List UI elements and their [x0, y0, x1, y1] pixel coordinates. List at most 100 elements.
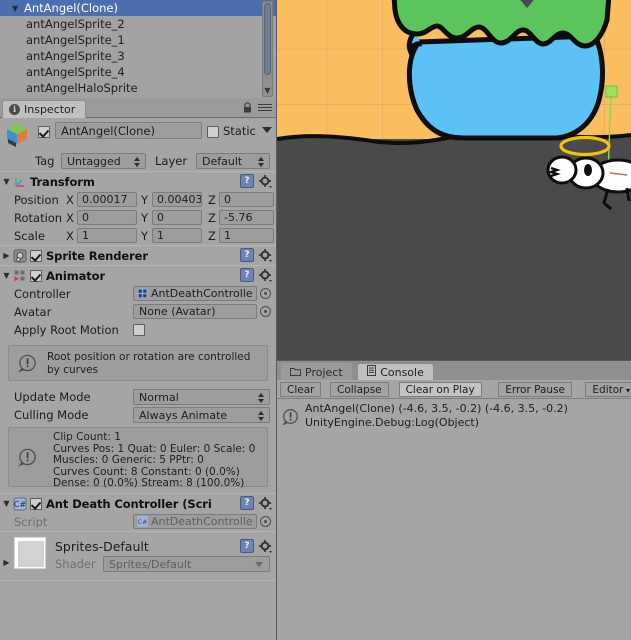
divider: [0, 580, 276, 581]
hierarchy-item-5[interactable]: antAngelHaloSprite: [0, 80, 276, 96]
script-picker-icon[interactable]: [260, 516, 271, 527]
gear-icon[interactable]: [259, 249, 272, 262]
console-log-entry[interactable]: AntAngel(Clone) (-4.6, 3.5, -0.2) (-4.6,…: [277, 399, 631, 433]
controller-objectfield[interactable]: AntDeathControlle: [133, 286, 257, 301]
avatar-objectfield[interactable]: None (Avatar): [133, 304, 257, 319]
hierarchy-item-1[interactable]: antAngelSprite_2: [0, 16, 276, 32]
console-button-label: Clear: [287, 384, 315, 396]
avatar-label: Avatar: [14, 305, 52, 319]
static-dropdown-icon[interactable]: [262, 127, 272, 133]
foldout-material-icon[interactable]: ▶: [0, 558, 13, 567]
animator-stat-line-2: Muscles: 0 Generic: 5 PPtr: 0: [53, 454, 204, 466]
component-header-sprite-renderer[interactable]: ▶ Sprite Renderer ?: [0, 246, 276, 265]
transform-position-x-field[interactable]: 0.00017: [77, 192, 137, 207]
shader-dropdown[interactable]: Sprites/Default: [103, 556, 270, 572]
hierarchy-scrollbar-thumb[interactable]: [264, 3, 271, 75]
help-icon[interactable]: ?: [240, 174, 254, 188]
script-enabled-checkbox[interactable]: [30, 497, 42, 510]
console-log-line-2: UnityEngine.Debug:Log(Object): [305, 416, 480, 429]
transform-position-label: Position: [14, 193, 59, 207]
hierarchy-foldout-icon[interactable]: ▼: [12, 1, 24, 17]
tab-console[interactable]: Console: [357, 363, 434, 381]
console-button-editor[interactable]: Editor ▾: [585, 382, 631, 397]
help-icon[interactable]: ?: [240, 539, 254, 553]
hierarchy-item-label: antAngelSprite_4: [26, 65, 125, 79]
tab-project[interactable]: Project: [281, 363, 352, 381]
transform-icon: [13, 175, 27, 189]
left-column: ▼ AntAngel(Clone) antAngelSprite_2 antAngel…: [0, 0, 277, 640]
sprite-renderer-enabled-checkbox[interactable]: [30, 249, 42, 262]
gear-icon[interactable]: [259, 269, 272, 282]
layer-dropdown[interactable]: Default: [196, 153, 270, 169]
foldout-animator-icon[interactable]: ▼: [0, 271, 13, 280]
transform-scale-x-field[interactable]: 1: [77, 228, 137, 243]
update-mode-dropdown-icon: [258, 393, 265, 403]
gameobject-enabled-checkbox[interactable]: [38, 126, 50, 138]
console-button-clear[interactable]: Clear: [280, 382, 322, 397]
material-preview-swatch: [14, 537, 46, 569]
transform-scale-z-field[interactable]: 1: [219, 228, 274, 243]
help-icon[interactable]: ?: [240, 496, 254, 510]
help-icon[interactable]: ?: [240, 248, 254, 262]
axis-label-x: X: [66, 193, 74, 207]
controller-row: Controller AntDeathControlle: [0, 285, 276, 303]
foliage-shape: [391, 0, 612, 49]
transform-position-z-field[interactable]: 0: [219, 192, 274, 207]
root-motion-notice-text: Root position or rotation are controlled…: [47, 351, 251, 376]
console-button-clear-on-play[interactable]: Clear on Play: [398, 382, 482, 397]
apply-root-motion-checkbox[interactable]: [133, 324, 145, 336]
animator-stats-box: Clip Count: 1 Curves Pos: 1 Quat: 0 Euler…: [8, 427, 268, 489]
controller-picker-icon[interactable]: [260, 288, 271, 299]
culling-mode-value: Always Animate: [139, 409, 228, 422]
hierarchy-panel: ▼ AntAngel(Clone) antAngelSprite_2 antAngel…: [0, 0, 277, 98]
component-header-ant-death-controller[interactable]: ▼ C# Ant Death Controller (Scri ?: [0, 494, 276, 513]
script-objectfield[interactable]: C# AntDeathControlle: [133, 514, 257, 529]
foldout-sprite-renderer-icon[interactable]: ▶: [0, 251, 13, 260]
gameobject-name-field[interactable]: AntAngel(Clone): [55, 122, 202, 139]
transform-position-y-field[interactable]: 0.00403: [152, 192, 202, 207]
hierarchy-scroll-down-icon[interactable]: ▼: [262, 85, 273, 96]
hierarchy-scrollbar[interactable]: [262, 1, 273, 97]
component-header-transform[interactable]: ▼ Transform ?: [0, 172, 276, 191]
foldout-transform-icon[interactable]: ▼: [0, 177, 13, 186]
animator-enabled-checkbox[interactable]: [30, 269, 42, 282]
console-button-error-pause[interactable]: Error Pause: [498, 382, 572, 397]
transform-rotation-x-field[interactable]: 0: [77, 210, 137, 225]
console-button-label: Error Pause: [505, 384, 565, 396]
layer-value: Default: [202, 155, 243, 168]
tag-dropdown[interactable]: Untagged: [61, 153, 146, 169]
foldout-script-icon[interactable]: ▼: [0, 499, 13, 508]
gear-icon[interactable]: [259, 540, 272, 553]
transform-scale-y-field[interactable]: 1: [152, 228, 202, 243]
gear-icon[interactable]: [259, 497, 272, 510]
hamburger-menu-icon[interactable]: [258, 104, 272, 113]
apply-root-motion-row: Apply Root Motion: [0, 321, 276, 342]
console-editor-dropdown-icon[interactable]: ▾: [623, 386, 630, 395]
gear-icon[interactable]: [259, 175, 272, 188]
culling-mode-dropdown[interactable]: Always Animate: [133, 407, 270, 423]
hierarchy-item-3[interactable]: antAngelSprite_3: [0, 48, 276, 64]
hierarchy-item-2[interactable]: antAngelSprite_1: [0, 32, 276, 48]
scene-artwork: [277, 0, 631, 360]
tab-inspector[interactable]: i Inspector: [2, 100, 87, 118]
lock-icon[interactable]: [243, 102, 252, 113]
tab-label: Project: [305, 365, 343, 379]
hierarchy-item-0[interactable]: ▼ AntAngel(Clone): [0, 0, 276, 16]
update-mode-dropdown[interactable]: Normal: [133, 389, 270, 405]
transform-rotation-z-field[interactable]: -5.76: [219, 210, 274, 225]
transform-rotation-y-field[interactable]: 0: [152, 210, 202, 225]
transform-row-position: Position X 0.00017 Y 0.00403 Z 0: [0, 191, 276, 209]
static-checkbox[interactable]: [207, 126, 219, 138]
help-icon[interactable]: ?: [240, 268, 254, 282]
game-view[interactable]: [277, 0, 631, 360]
console-button-collapse[interactable]: Collapse: [330, 382, 389, 397]
controller-label: Controller: [14, 287, 71, 301]
avatar-row: Avatar None (Avatar): [0, 303, 276, 321]
sprite-renderer-icon: [13, 249, 27, 263]
transform-row-rotation: Rotation X 0 Y 0 Z -5.76: [0, 209, 276, 227]
hierarchy-item-4[interactable]: antAngelSprite_4: [0, 64, 276, 80]
avatar-picker-icon[interactable]: [260, 306, 271, 317]
bottom-panel-tabbar: Project Console: [277, 360, 631, 381]
component-header-animator[interactable]: ▼ Animator ?: [0, 266, 276, 285]
transform-rows: Position X 0.00017 Y 0.00403 Z 0 Rotation X 0 Y 0 Z -…: [0, 191, 276, 245]
